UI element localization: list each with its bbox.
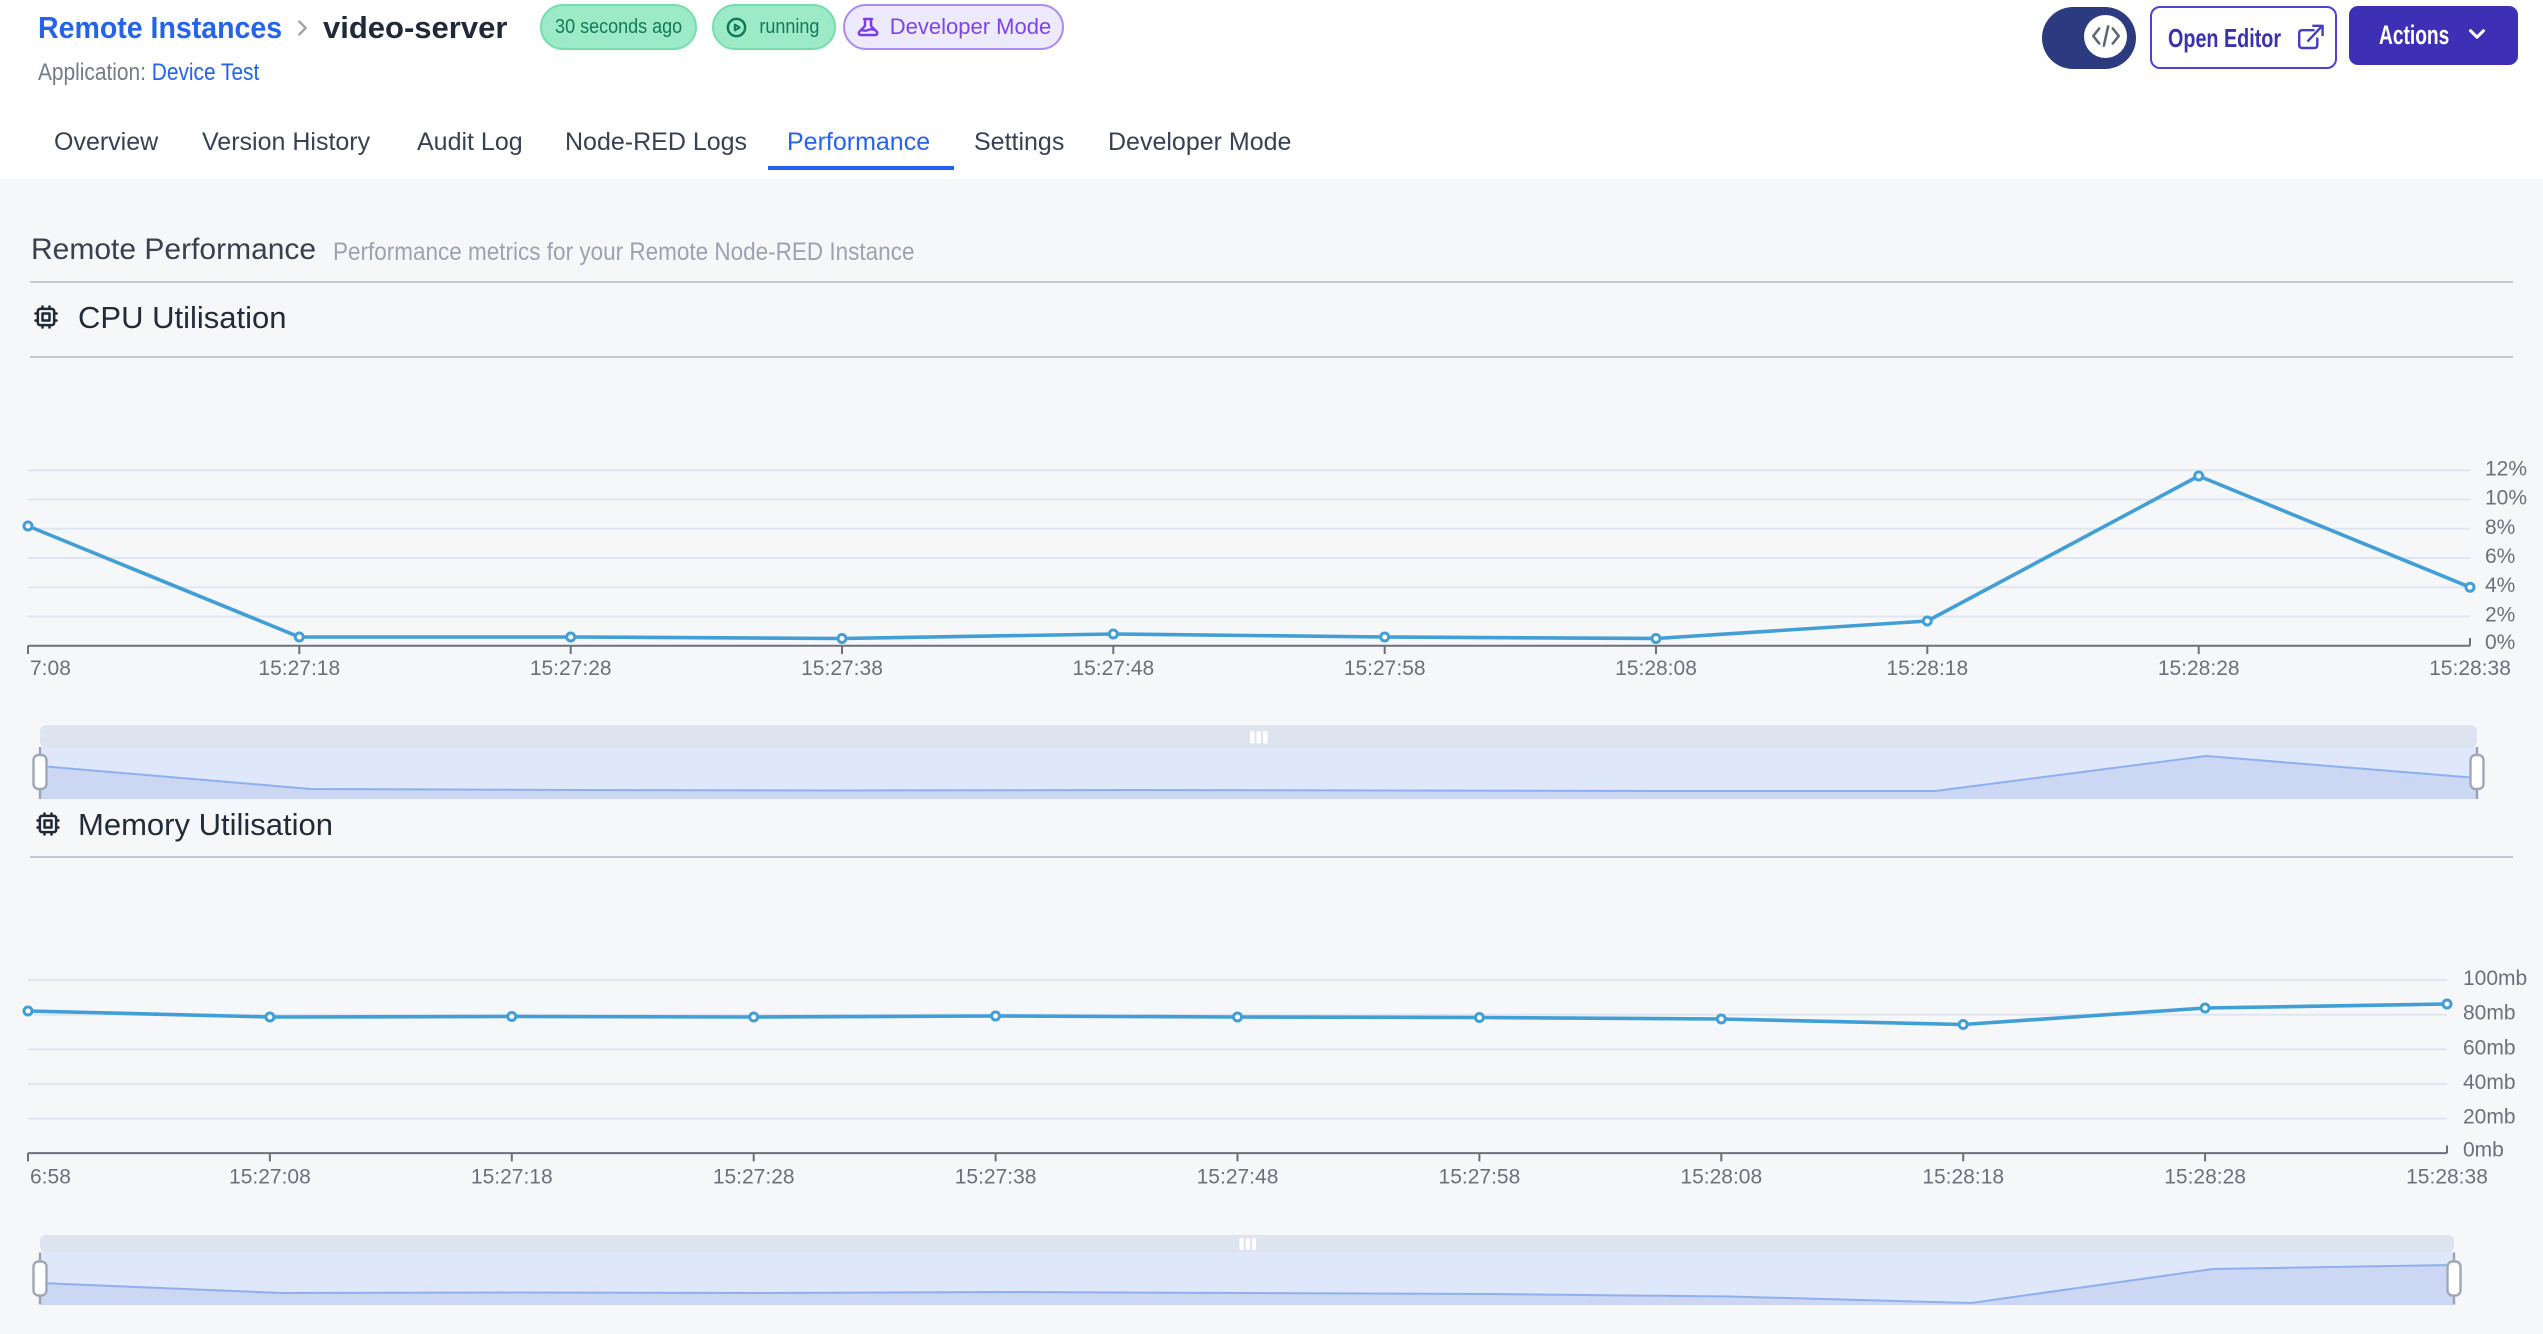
svg-text:7:08: 7:08: [30, 657, 71, 680]
svg-text:15:27:38: 15:27:38: [955, 1166, 1037, 1189]
svg-text:15:27:48: 15:27:48: [1072, 657, 1154, 680]
svg-text:15:28:38: 15:28:38: [2406, 1166, 2488, 1189]
svg-text:80mb: 80mb: [2463, 1002, 2516, 1025]
svg-text:15:28:18: 15:28:18: [1886, 657, 1968, 680]
svg-text:0mb: 0mb: [2463, 1139, 2504, 1162]
svg-text:12%: 12%: [2485, 457, 2527, 480]
svg-text:15:28:38: 15:28:38: [2429, 657, 2511, 680]
svg-text:15:28:28: 15:28:28: [2164, 1166, 2246, 1189]
svg-text:4%: 4%: [2485, 574, 2515, 597]
svg-text:15:27:08: 15:27:08: [229, 1166, 311, 1189]
svg-text:15:27:58: 15:27:58: [1344, 657, 1426, 680]
svg-text:8%: 8%: [2485, 516, 2515, 539]
svg-text:15:27:38: 15:27:38: [801, 657, 883, 680]
svg-text:2%: 2%: [2485, 604, 2515, 627]
svg-text:15:28:08: 15:28:08: [1680, 1166, 1762, 1189]
svg-text:15:28:08: 15:28:08: [1615, 657, 1697, 680]
svg-text:15:27:28: 15:27:28: [713, 1166, 795, 1189]
svg-text:15:27:28: 15:27:28: [530, 657, 612, 680]
svg-text:60mb: 60mb: [2463, 1036, 2516, 1059]
svg-text:0%: 0%: [2485, 631, 2515, 654]
svg-text:15:27:58: 15:27:58: [1439, 1166, 1521, 1189]
svg-text:6:58: 6:58: [30, 1166, 71, 1189]
svg-text:6%: 6%: [2485, 545, 2515, 568]
svg-text:15:27:48: 15:27:48: [1197, 1166, 1279, 1189]
svg-text:20mb: 20mb: [2463, 1106, 2516, 1129]
svg-text:15:27:18: 15:27:18: [471, 1166, 553, 1189]
svg-text:100mb: 100mb: [2463, 967, 2527, 990]
svg-text:15:27:18: 15:27:18: [258, 657, 340, 680]
svg-text:15:28:18: 15:28:18: [1922, 1166, 2004, 1189]
svg-text:15:28:28: 15:28:28: [2158, 657, 2240, 680]
svg-text:10%: 10%: [2485, 487, 2527, 510]
svg-text:40mb: 40mb: [2463, 1071, 2516, 1094]
